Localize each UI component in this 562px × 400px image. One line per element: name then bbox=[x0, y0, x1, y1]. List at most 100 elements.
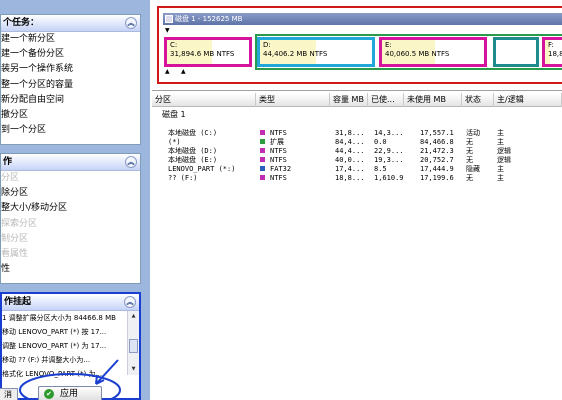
cell-used: 8.5 bbox=[374, 165, 387, 173]
disk-icon bbox=[165, 15, 173, 23]
cell-kind: 主 bbox=[497, 138, 504, 146]
task-item-merge[interactable]: 撤分区 bbox=[1, 108, 140, 123]
list-header: 分区 类型 容量 MB 已使... 未使用 MB 状态 主/逻辑 bbox=[152, 93, 562, 107]
pending-list: 1 调整扩展分区大小为 84466.8 MB 移动 LENOVO_PART (*… bbox=[2, 311, 128, 381]
undo-button[interactable]: 消 bbox=[0, 388, 18, 400]
partition-info: 18,87 bbox=[548, 50, 562, 58]
op-item-resize-move[interactable]: 整大小/移动分区 bbox=[1, 201, 140, 216]
column-header-partition[interactable]: 分区 bbox=[152, 93, 256, 107]
partition-letter: E: bbox=[385, 41, 392, 49]
task-item-redistribute[interactable]: 新分配自由空间 bbox=[1, 93, 140, 108]
column-header-capacity[interactable]: 容量 MB bbox=[330, 93, 368, 107]
column-header-unused[interactable]: 未使用 MB bbox=[404, 93, 462, 107]
table-row[interactable]: (*) 扩展 84,4... 0.0 84,466.8 无 主 bbox=[152, 138, 562, 146]
table-row[interactable]: 本地磁盘 (D:) NTFS 44,4... 22,9... 21,472.3 … bbox=[152, 147, 562, 155]
op-item-copy: 制分区 bbox=[1, 233, 29, 244]
type-swatch bbox=[260, 157, 265, 162]
partition-list: 分区 类型 容量 MB 已使... 未使用 MB 状态 主/逻辑 磁盘 1 本地… bbox=[152, 90, 562, 400]
table-row[interactable]: 本地磁盘 (E:) NTFS 40,0... 19,3... 20,752.7 … bbox=[152, 156, 562, 164]
partition-letter: C: bbox=[170, 41, 178, 49]
cell-unused: 84,466.8 bbox=[420, 138, 454, 146]
task-item-backup[interactable]: 建一个备份分区 bbox=[1, 47, 140, 62]
column-header-kind[interactable]: 主/逻辑 bbox=[494, 93, 562, 107]
disk-title-bar[interactable]: 磁盘 1 - 152625 MB bbox=[163, 13, 562, 25]
cell-kind: 主 bbox=[497, 174, 504, 182]
cell-unused: 20,752.7 bbox=[420, 156, 454, 164]
op-item-create: 分区 bbox=[1, 173, 20, 183]
partition-block-f[interactable]: F: 18,87 bbox=[542, 37, 562, 67]
pending-scrollbar[interactable]: ▲ ▼ bbox=[127, 311, 139, 375]
partition-block-c[interactable]: C: 31,894.6 MB NTFS bbox=[164, 37, 252, 67]
disk-map: 磁盘 1 - 152625 MB ▼ ▲ ▲ C: 31,894.6 MB NT… bbox=[152, 0, 562, 90]
type-swatch bbox=[260, 175, 265, 180]
type-swatch bbox=[260, 148, 265, 153]
cell-status: 无 bbox=[466, 138, 473, 146]
cell-status: 无 bbox=[466, 156, 473, 164]
pending-item[interactable]: 移动 ?? (F:) 并调整大小为... bbox=[2, 353, 128, 367]
partition-block-lenovo[interactable] bbox=[493, 37, 539, 67]
partition-block-e[interactable]: E: 40,060.5 MB NTFS bbox=[379, 37, 487, 67]
pending-item[interactable]: 调整 LENOVO_PART (*) 为 17... bbox=[2, 339, 128, 353]
op-item-properties: 看属性 bbox=[1, 248, 29, 259]
apply-button[interactable]: ✔ 应用 bbox=[38, 386, 102, 400]
cell-type: FAT32 bbox=[270, 165, 292, 173]
partition-letter: D: bbox=[263, 41, 271, 49]
column-header-status[interactable]: 状态 bbox=[462, 93, 494, 107]
cell-size: 44,4... bbox=[335, 147, 365, 155]
cell-used: 0.0 bbox=[374, 138, 387, 146]
triangle-up-icon: ▲ bbox=[181, 68, 186, 75]
cell-used: 22,9... bbox=[374, 147, 404, 155]
tasks-panel: 个任务： ︽ 建一个新分区 建一个备份分区 装另一个操作系统 整一个分区的容量 … bbox=[0, 14, 141, 145]
operations-header-label: 作 bbox=[3, 157, 13, 167]
column-header-type[interactable]: 类型 bbox=[256, 93, 330, 107]
operations-panel-header[interactable]: 作 ︽ bbox=[1, 154, 140, 171]
task-item-resize[interactable]: 整一个分区的容量 bbox=[1, 78, 140, 93]
chevron-double-up-icon[interactable]: ︽ bbox=[124, 296, 136, 308]
op-item-attributes[interactable]: 性 bbox=[1, 262, 140, 277]
table-row[interactable]: LENOVO_PART (*:) FAT32 17,4... 8.5 17,44… bbox=[152, 165, 562, 173]
cell-name: ?? (F:) bbox=[168, 174, 198, 182]
disk-title: 磁盘 1 - 152625 MB bbox=[175, 15, 243, 23]
op-item-delete[interactable]: 除分区 bbox=[1, 186, 140, 201]
cell-used: 19,3... bbox=[374, 156, 404, 164]
cell-status: 活动 bbox=[466, 129, 480, 137]
partition-block-d[interactable]: D: 44,406.2 MB NTFS bbox=[257, 37, 375, 67]
cell-size: 84,4... bbox=[335, 138, 365, 146]
cell-unused: 21,472.3 bbox=[420, 147, 454, 155]
cell-size: 18,8... bbox=[335, 174, 365, 182]
cell-type: NTFS bbox=[270, 129, 287, 137]
scroll-up-icon[interactable]: ▲ bbox=[129, 312, 138, 320]
cell-name: 本地磁盘 (C:) bbox=[168, 129, 218, 137]
pending-panel-header[interactable]: 作挂起 ︽ bbox=[2, 294, 139, 311]
cell-size: 17,4... bbox=[335, 165, 365, 173]
triangle-down-icon: ▼ bbox=[165, 27, 170, 34]
task-item-create[interactable]: 建一个新分区 bbox=[1, 32, 140, 47]
cell-size: 31,8... bbox=[335, 129, 365, 137]
tasks-panel-header[interactable]: 个任务： ︽ bbox=[1, 15, 140, 32]
check-circle-icon: ✔ bbox=[44, 389, 54, 399]
cell-type: NTFS bbox=[270, 174, 287, 182]
chevron-double-up-icon[interactable]: ︽ bbox=[125, 156, 137, 168]
cell-name: 本地磁盘 (D:) bbox=[168, 147, 218, 155]
cell-kind: 主 bbox=[497, 165, 504, 173]
task-item-copy[interactable]: 到一个分区 bbox=[1, 123, 140, 138]
pending-item[interactable]: 格式化 LENOVO_PART (*) 为... bbox=[2, 367, 128, 381]
cell-kind: 主 bbox=[497, 129, 504, 137]
pending-item[interactable]: 移动 LENOVO_PART (*) 按 17... bbox=[2, 325, 128, 339]
table-row[interactable]: ?? (F:) NTFS 18,8... 1,610.9 17,199.6 无 … bbox=[152, 174, 562, 182]
table-row[interactable]: 本地磁盘 (C:) NTFS 31,8... 14,3... 17,557.1 … bbox=[152, 129, 562, 137]
type-swatch bbox=[260, 139, 265, 144]
cell-name: LENOVO_PART (*:) bbox=[168, 165, 236, 173]
scroll-down-icon[interactable]: ▼ bbox=[129, 365, 138, 373]
column-header-used[interactable]: 已使... bbox=[368, 93, 404, 107]
cell-used: 14,3... bbox=[374, 129, 404, 137]
partition-info: 31,894.6 MB NTFS bbox=[170, 50, 235, 58]
task-item-install-os[interactable]: 装另一个操作系统 bbox=[1, 62, 140, 77]
scroll-thumb[interactable] bbox=[129, 339, 138, 353]
operations-panel: 作 ︽ 分区 除分区 整大小/移动分区 探索分区 制分区 看属性 性 bbox=[0, 153, 141, 284]
cell-kind: 逻辑 bbox=[497, 156, 511, 164]
cell-used: 1,610.9 bbox=[374, 174, 404, 182]
pending-item[interactable]: 1 调整扩展分区大小为 84466.8 MB bbox=[2, 311, 128, 325]
chevron-double-up-icon[interactable]: ︽ bbox=[125, 17, 137, 29]
task-pane: 个任务： ︽ 建一个新分区 建一个备份分区 装另一个操作系统 整一个分区的容量 … bbox=[0, 0, 150, 400]
